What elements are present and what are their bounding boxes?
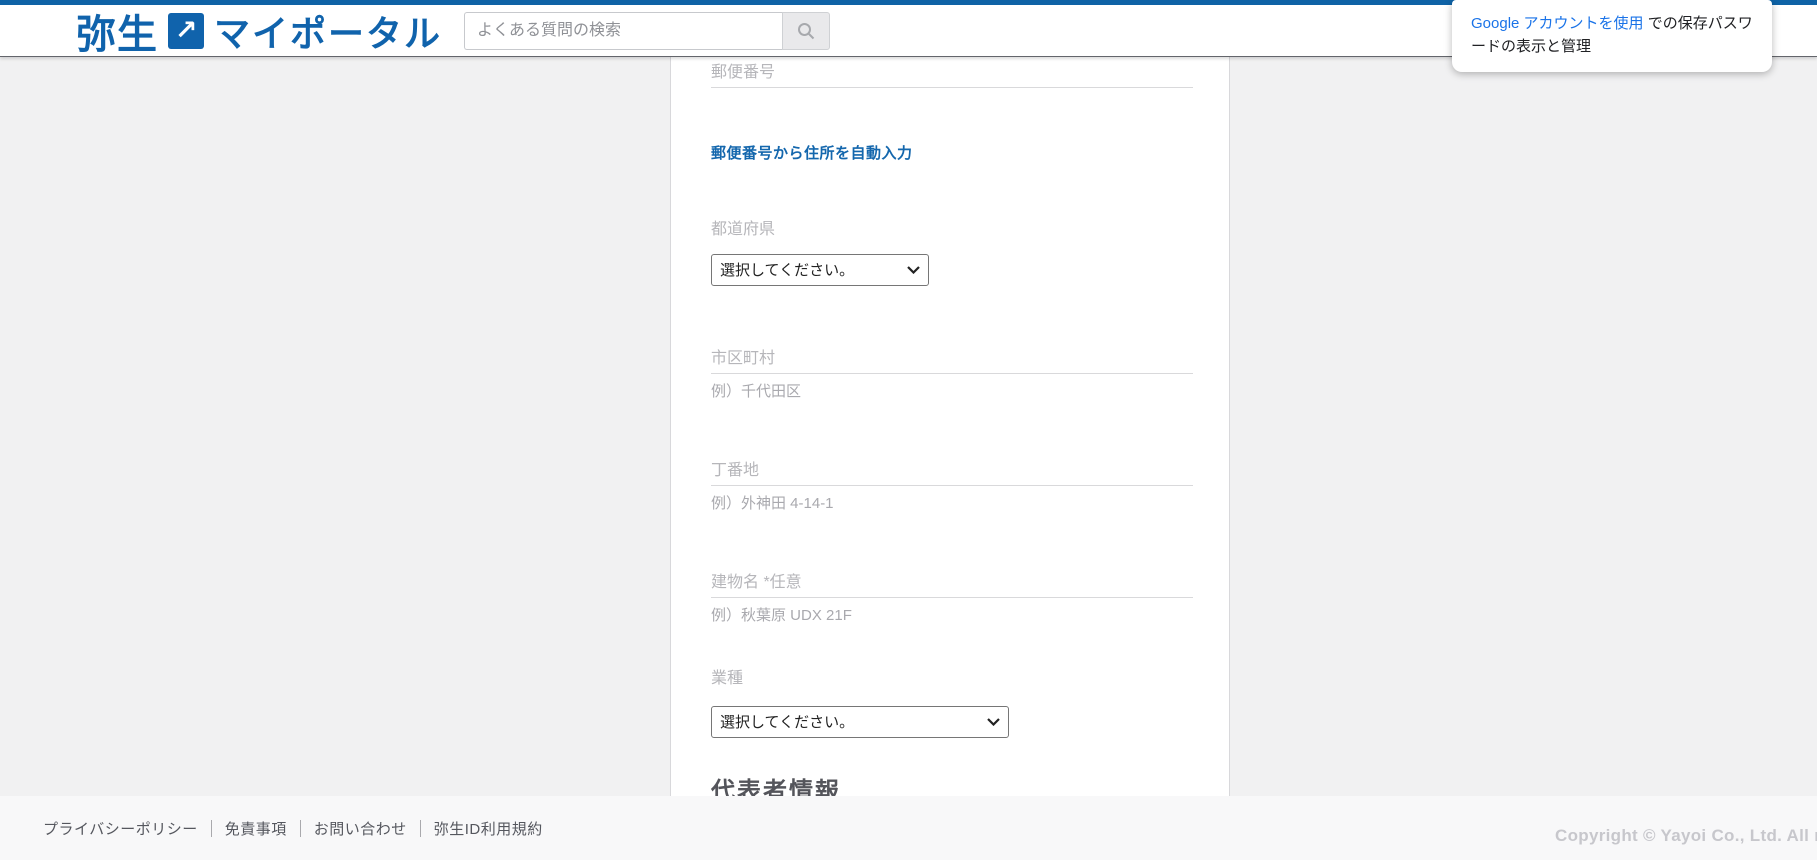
industry-select[interactable]: 選択してください。: [711, 706, 1009, 738]
street-helper-text: 例）外神田 4-14-1: [711, 495, 834, 512]
prefecture-select[interactable]: 選択してください。: [711, 254, 929, 286]
representative-info-heading: 代表者情報: [711, 778, 841, 796]
footer-separator: [419, 820, 421, 837]
product-name: マイポータル: [214, 12, 443, 54]
search-button[interactable]: [782, 11, 831, 50]
registration-form-column: 郵便番号から住所を自動入力 都道府県 選択してください。 例）千代田区 例）外神…: [670, 57, 1230, 796]
street-input[interactable]: [711, 456, 1193, 486]
city-helper-text: 例）千代田区: [711, 383, 802, 400]
building-name-input[interactable]: [711, 568, 1193, 598]
autofill-address-link[interactable]: 郵便番号から住所を自動入力: [711, 142, 913, 163]
chrome-password-bubble: Google アカウントを使用 での保存パスワードの表示と管理: [1452, 0, 1772, 72]
prefecture-label: 都道府県: [711, 221, 776, 238]
privacy-policy-link[interactable]: プライバシーポリシー: [43, 818, 198, 839]
postal-code-input[interactable]: [711, 58, 1193, 88]
search-icon: [796, 21, 816, 41]
contact-link[interactable]: お問い合わせ: [314, 818, 407, 839]
copyright-text: Copyright © Yayoi Co., Ltd. All rights r…: [1555, 826, 1817, 845]
yayoi-id-terms-link[interactable]: 弥生ID利用規約: [434, 818, 543, 839]
yayoi-arrow-icon: ↗: [168, 12, 204, 49]
footer-separator: [299, 820, 301, 837]
industry-select-wrap: 選択してください。: [711, 706, 1009, 738]
footer-separator: [210, 820, 212, 837]
disclaimer-link[interactable]: 免責事項: [225, 818, 287, 839]
industry-label: 業種: [711, 670, 744, 687]
prefecture-select-wrap: 選択してください。: [711, 254, 929, 286]
yayoi-logo[interactable]: 弥生 ↗ マイポータル: [76, 2, 442, 60]
page-footer: プライバシーポリシー 免責事項 お問い合わせ 弥生ID利用規約 Copyrigh…: [0, 796, 1817, 860]
building-helper-text: 例）秋葉原 UDX 21F: [711, 607, 852, 624]
google-account-link[interactable]: Google アカウントを使用: [1471, 15, 1644, 32]
city-input[interactable]: [711, 344, 1193, 374]
faq-search-input[interactable]: [464, 11, 783, 50]
footer-links: プライバシーポリシー 免責事項 お問い合わせ 弥生ID利用規約: [43, 818, 543, 839]
yayoi-logo-text: 弥生: [76, 12, 158, 57]
faq-search: [464, 11, 831, 50]
